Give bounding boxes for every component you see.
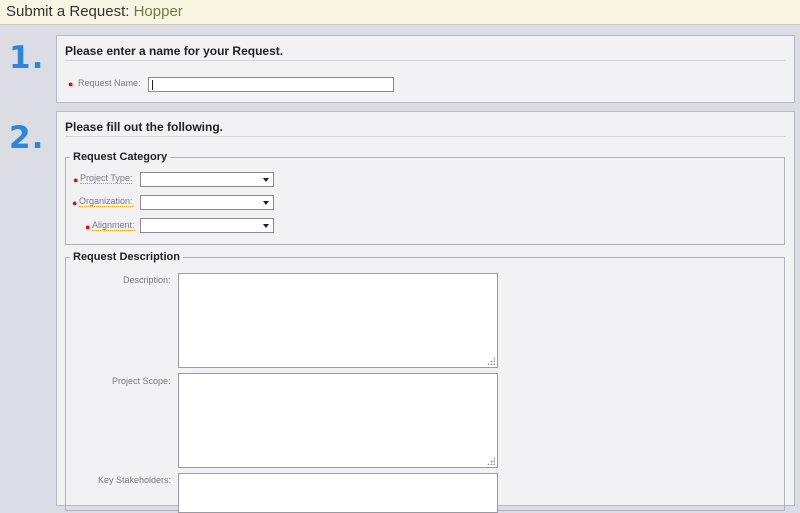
chevron-down-icon (263, 178, 269, 182)
step-1-panel: Please enter a name for your Request. ● … (56, 35, 795, 103)
project-type-label: Project Type: (80, 173, 133, 184)
request-category-legend: Request Category (73, 151, 168, 163)
required-marker: ● (68, 79, 74, 89)
chevron-down-icon (263, 201, 269, 205)
title-prefix: Submit a Request: (6, 3, 134, 20)
request-name-label: Request Name: (78, 78, 141, 88)
step-2-number: 2. (9, 120, 45, 156)
resize-grip-icon[interactable] (487, 357, 495, 365)
window-title-bar: Submit a Request: Hopper (0, 0, 800, 25)
step-1-number: 1. (9, 40, 45, 76)
request-name-input[interactable] (148, 77, 394, 92)
resize-grip-icon[interactable] (487, 457, 495, 465)
project-scope-textarea[interactable] (178, 373, 498, 468)
required-marker: ● (85, 222, 91, 232)
step-2-heading: Please fill out the following. (65, 120, 224, 134)
project-type-select[interactable] (140, 172, 274, 187)
app-name: Hopper (133, 3, 183, 20)
alignment-label: Alignment: (92, 220, 135, 231)
divider (65, 60, 786, 61)
divider (65, 136, 786, 137)
alignment-select[interactable] (140, 218, 274, 233)
window-title: Submit a Request: Hopper (6, 3, 183, 20)
required-marker: ● (72, 198, 78, 208)
key-stakeholders-label: Key Stakeholders: (98, 475, 172, 485)
step-1-heading: Please enter a name for your Request. (65, 44, 284, 58)
key-stakeholders-textarea[interactable] (178, 473, 498, 513)
required-marker: ● (73, 175, 79, 185)
description-label: Description: (123, 275, 171, 285)
step-2-panel: Please fill out the following. Request C… (56, 111, 795, 513)
chevron-down-icon (263, 224, 269, 228)
organization-label: Organization: (79, 196, 133, 207)
description-textarea[interactable] (178, 273, 498, 368)
project-scope-label: Project Scope: (112, 376, 171, 386)
text-caret (152, 80, 153, 90)
organization-select[interactable] (140, 195, 274, 210)
request-description-legend: Request Description (73, 251, 180, 263)
